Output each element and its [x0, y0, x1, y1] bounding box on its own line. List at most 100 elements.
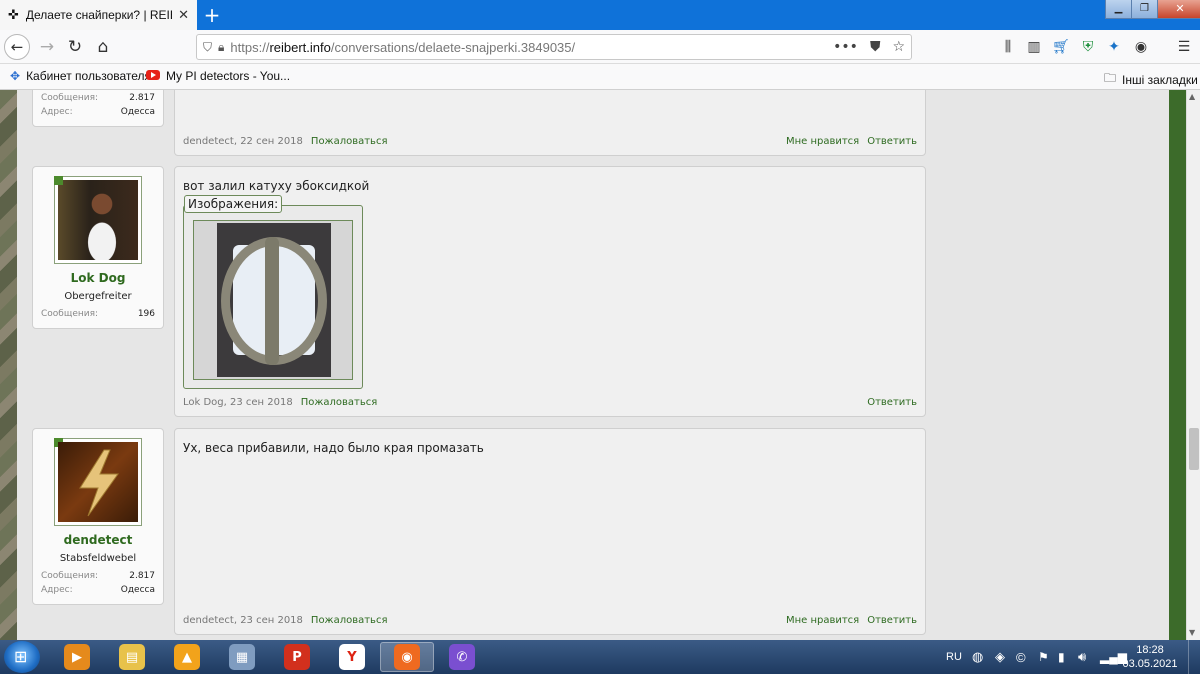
post-author-date[interactable]: dendetect, 22 сен 2018	[183, 136, 303, 147]
file-explorer-icon: ▤	[119, 644, 145, 670]
post-message: вот залил катуху эбоксидкой Изображения:…	[174, 166, 926, 417]
taskbar-app-firefox[interactable]: ◉	[380, 642, 434, 672]
report-link[interactable]: Пожаловаться	[311, 136, 388, 147]
bookmark-pi-detectors[interactable]: My PI detectors - You...	[146, 69, 290, 83]
taskbar-app-viber[interactable]: ✆	[435, 642, 489, 672]
report-link[interactable]: Пожаловаться	[301, 397, 378, 408]
user-messages: Сообщения: 196	[41, 309, 155, 319]
decorative-strip	[1169, 90, 1186, 640]
scroll-down-icon[interactable]: ▼	[1189, 628, 1195, 637]
user-messages: Сообщения: 2.817	[41, 93, 155, 103]
p-app-icon: P	[284, 644, 310, 670]
like-link[interactable]: Мне нравится	[786, 615, 859, 626]
address-bar[interactable]: ⛉ 🔒︎ https://reibert.info/conversations/…	[196, 34, 912, 60]
taskbar-app-calculator[interactable]: ▦	[215, 642, 269, 672]
reload-icon: ↻	[67, 37, 83, 57]
other-bookmarks[interactable]: 🗀︎ Інші закладки	[1104, 69, 1198, 90]
yandex-browser-icon: Y	[339, 644, 365, 670]
windows-taskbar: ⊞ ▶ ▤ ▲ ▦ P Y ◉ ✆ RU ◍ ◈ © ⚑ ▮ 🔊︎ ▂▄▆ 18:28 03.…	[0, 640, 1200, 674]
windows-logo-icon: ⊞	[14, 647, 28, 666]
library-icon[interactable]: ⫼	[997, 36, 1019, 58]
user-address: Адрес: Одесса	[41, 585, 155, 595]
system-clock[interactable]: 18:28 03.05.2021	[1120, 643, 1180, 671]
taskbar-app-yandex-browser[interactable]: Y	[325, 642, 379, 672]
lightning-icon	[79, 449, 119, 517]
cart-icon[interactable]: 🛒︎	[1050, 36, 1072, 58]
post-message: Ух, веса прибавили, надо было края прома…	[174, 428, 926, 635]
user-name[interactable]: Lok Dog	[33, 271, 163, 285]
bookmark-user-cabinet[interactable]: ✥ Кабинет пользователя	[10, 69, 151, 83]
avatar[interactable]	[54, 438, 142, 526]
home-button[interactable]: ⌂	[90, 34, 116, 60]
post-text: Ух, веса прибавили, надо было края прома…	[183, 441, 484, 455]
taskbar-app-aimp[interactable]: ▲	[160, 642, 214, 672]
viber-icon: ✆	[449, 644, 475, 670]
shield-icon[interactable]: ⛉	[203, 40, 212, 55]
battery-tray-icon[interactable]: ▮	[1058, 640, 1065, 674]
scrollbar-thumb[interactable]	[1189, 428, 1199, 470]
clock-date: 03.05.2021	[1122, 658, 1178, 670]
folder-icon: 🗀︎	[1104, 71, 1117, 85]
page-scrollbar[interactable]: ▲ ▼	[1186, 90, 1200, 640]
reply-link[interactable]: Ответить	[867, 136, 917, 147]
url-protocol: https://	[230, 39, 270, 55]
back-button[interactable]: ←	[4, 34, 30, 60]
close-tab-icon[interactable]: ✕	[178, 8, 189, 23]
skype-tray-icon[interactable]: ©	[1016, 640, 1026, 674]
report-link[interactable]: Пожаловаться	[311, 615, 388, 626]
url-host: reibert.info	[269, 39, 331, 55]
clock-time: 18:28	[1136, 644, 1164, 656]
volume-icon[interactable]: 🔊︎	[1078, 640, 1086, 674]
antivirus-tray-icon[interactable]: ◈	[995, 640, 1005, 674]
aimp-icon: ▲	[174, 644, 200, 670]
viber-tray-icon[interactable]: ◍	[972, 640, 983, 674]
taskbar-app-file-explorer[interactable]: ▤	[105, 642, 159, 672]
firefox-icon: ◉	[394, 644, 420, 670]
tab-title: Делаете снайперки? | REIBERT	[25, 8, 172, 22]
browser-tab-active[interactable]: ✜ Делаете снайперки? | REIBERT ✕	[0, 0, 197, 30]
scroll-up-icon[interactable]: ▲	[1189, 92, 1195, 101]
coil-image	[217, 223, 331, 377]
navigation-toolbar: ← → ↻ ⌂ ⛉ 🔒︎ https://reibert.info/conver…	[0, 30, 1200, 64]
show-desktop-button[interactable]	[1188, 640, 1200, 674]
page-actions-icon[interactable]: •••	[833, 39, 858, 55]
restore-button[interactable]: ❐	[1131, 0, 1158, 19]
forward-button[interactable]: →	[34, 34, 60, 60]
post-author-date[interactable]: Lok Dog, 23 сен 2018	[183, 397, 293, 408]
attachment-thumbnail[interactable]	[193, 220, 353, 380]
arrow-right-icon: →	[39, 37, 55, 57]
reply-link[interactable]: Ответить	[867, 615, 917, 626]
bookmark-label: My PI detectors - You...	[166, 69, 291, 83]
language-indicator[interactable]: RU	[946, 640, 962, 674]
post-footer: dendetect, 22 сен 2018 Пожаловаться Мне …	[183, 136, 917, 147]
taskbar-app-p-app[interactable]: P	[270, 642, 324, 672]
avatar[interactable]	[54, 176, 142, 264]
lock-icon[interactable]: 🔒︎	[218, 40, 224, 55]
url-text[interactable]: https://reibert.info/conversations/delae…	[230, 40, 821, 55]
site-favicon-icon: ✜	[8, 7, 19, 23]
taskbar-app-media-player[interactable]: ▶	[50, 642, 104, 672]
close-window-button[interactable]: ✕	[1157, 0, 1200, 19]
url-path: /conversations/delaete-snajperki.3849035…	[330, 39, 576, 55]
reload-button[interactable]: ↻	[62, 34, 88, 60]
attachments-box	[183, 205, 363, 389]
star-icon[interactable]: ☆	[892, 39, 905, 55]
pocket-icon[interactable]: ⛊	[870, 39, 881, 55]
minimize-button[interactable]: ▁	[1105, 0, 1132, 19]
post-author-date[interactable]: dendetect, 23 сен 2018	[183, 615, 303, 626]
user-address: Адрес: Одесса	[41, 107, 155, 117]
like-link[interactable]: Мне нравится	[786, 136, 859, 147]
user-name[interactable]: dendetect	[33, 533, 163, 547]
account-icon[interactable]: ◉	[1130, 36, 1152, 58]
menu-icon[interactable]: ☰	[1173, 36, 1195, 58]
reply-link[interactable]: Ответить	[867, 397, 917, 408]
post-footer: dendetect, 23 сен 2018 Пожаловаться Мне …	[183, 615, 917, 626]
arrow-left-icon: ←	[10, 38, 24, 56]
flag-tray-icon[interactable]: ⚑	[1038, 640, 1049, 674]
extension-icon[interactable]: ✦	[1103, 36, 1125, 58]
sidebar-icon[interactable]: ▥	[1023, 36, 1045, 58]
shield-extension-icon[interactable]: ⛨	[1077, 36, 1099, 58]
start-button[interactable]: ⊞	[4, 641, 40, 673]
new-tab-button[interactable]: +	[198, 0, 226, 30]
post-message: dendetect, 22 сен 2018 Пожаловаться Мне …	[174, 90, 926, 156]
